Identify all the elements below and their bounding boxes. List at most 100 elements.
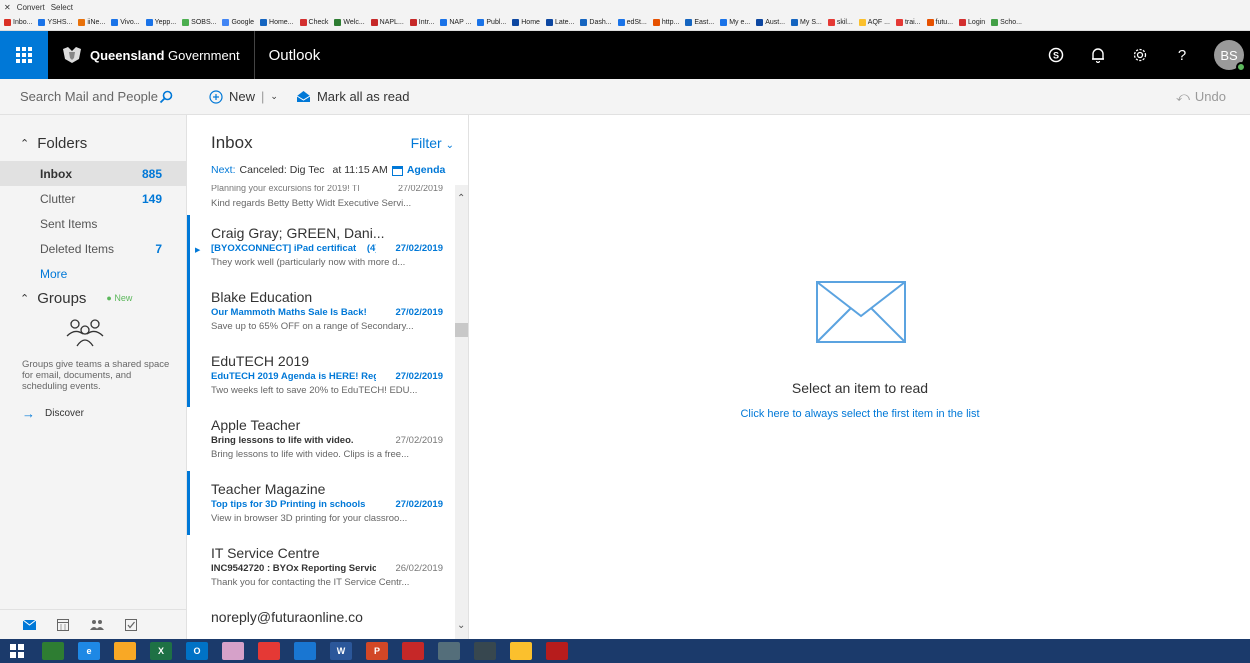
convert-button[interactable]: Convert [17, 3, 45, 12]
scroll-up-icon[interactable]: ⌃ [457, 193, 465, 204]
bookmark-item[interactable]: Scho... [991, 18, 1022, 26]
help-icon[interactable]: ? [1172, 45, 1192, 65]
bookmark-item[interactable]: NAPL... [370, 18, 404, 26]
list-item[interactable]: Planning your excursions for 2019! Tl 27/… [187, 185, 455, 215]
chevron-up-icon[interactable]: ⌃ [20, 137, 29, 150]
groups-header[interactable]: ⌃ Groups ● New [0, 286, 186, 310]
close-icon[interactable]: ✕ [4, 3, 11, 12]
bookmark-item[interactable]: My e... [720, 18, 750, 26]
bookmark-item[interactable]: Google [222, 18, 254, 26]
list-item[interactable]: Apple Teacher Bring lessons to life with … [187, 407, 455, 471]
bookmark-item[interactable]: Dash... [580, 18, 612, 26]
bookmark-item[interactable]: http... [652, 18, 679, 26]
onenote-icon[interactable] [222, 642, 244, 660]
screen-icon[interactable] [474, 642, 496, 660]
excel-icon[interactable]: X [150, 642, 172, 660]
list-item[interactable]: noreply@futuraonline.co [187, 599, 455, 639]
more-folders-link[interactable]: More [0, 261, 186, 286]
windows-start-icon[interactable] [6, 642, 28, 660]
mark-all-read-button[interactable]: Mark all as read [296, 89, 409, 104]
people-icon[interactable] [438, 642, 460, 660]
message-list-scroll[interactable]: Planning your excursions for 2019! Tl 27/… [187, 185, 455, 639]
bookmark-item[interactable]: futu... [926, 18, 954, 26]
folder-deleted-items[interactable]: Deleted Items 7 [0, 236, 186, 261]
scrollbar[interactable]: ⌃ ⌄ [455, 185, 468, 639]
list-item[interactable]: Blake Education Our Mammoth Maths Sale Is… [187, 279, 455, 343]
ie-icon[interactable]: e [78, 642, 100, 660]
calendar-icon[interactable] [56, 618, 70, 631]
folder-icon[interactable] [510, 642, 532, 660]
new-button[interactable]: New | ⌄ [209, 89, 278, 104]
scroll-down-icon[interactable]: ⌄ [457, 620, 465, 631]
select-button[interactable]: Select [51, 3, 73, 12]
chrome-icon[interactable] [258, 642, 280, 660]
avatar[interactable]: BS [1214, 40, 1246, 72]
expand-thread-icon[interactable]: ▶ [195, 246, 200, 254]
bookmark-item[interactable]: Check [299, 18, 328, 26]
bookmark-item[interactable]: NAP ... [440, 18, 471, 26]
bookmark-item[interactable]: iiNe... [78, 18, 105, 26]
bookmark-item[interactable]: Aust... [756, 18, 786, 26]
record-icon[interactable] [402, 642, 424, 660]
chevron-down-icon[interactable]: ⌄ [270, 91, 278, 102]
bookmark-item[interactable]: trai... [895, 18, 921, 26]
thread-count: (4) [366, 243, 376, 254]
folder-sent-items[interactable]: Sent Items [0, 211, 186, 236]
gear-icon[interactable] [1130, 45, 1150, 65]
bookmark-item[interactable]: edSt... [617, 18, 647, 26]
bookmark-item[interactable]: YSHS... [38, 18, 72, 26]
bookmark-item[interactable]: Yepp... [145, 18, 176, 26]
list-item[interactable]: EduTECH 2019 EduTECH 2019 Agenda is HERE!… [187, 343, 455, 407]
search-input[interactable]: Search Mail and People [0, 79, 187, 115]
select-first-item-link[interactable]: Click here to always select the first it… [470, 408, 1250, 420]
bookmark-item[interactable]: Intr... [409, 18, 434, 26]
folder-count: 149 [141, 191, 162, 206]
search-icon[interactable] [159, 90, 173, 104]
bookmarks-bar: Inbo... YSHS... iiNe... Vivo... Yepp... SOBS.… [0, 14, 1250, 31]
list-item[interactable]: Teacher Magazine Top tips for 3D Printing… [187, 471, 455, 535]
app-launcher-button[interactable] [0, 31, 48, 79]
bookmark-label: Aust... [765, 18, 786, 26]
onedrive-icon[interactable] [294, 642, 316, 660]
chevron-up-icon[interactable]: ⌃ [20, 292, 29, 305]
mail-icon[interactable] [22, 619, 36, 631]
undo-button[interactable]: ⤺ Undo [1176, 89, 1250, 105]
bookmark-item[interactable]: Login [959, 18, 985, 26]
app-name[interactable]: Outlook [255, 47, 321, 64]
outlook-icon[interactable]: O [186, 642, 208, 660]
list-item[interactable]: IT Service Centre INC9542720 : BYOx Repor… [187, 535, 455, 599]
word-icon[interactable]: W [330, 642, 352, 660]
bookmark-item[interactable]: SOBS... [182, 18, 216, 26]
file-explorer-icon[interactable] [114, 642, 136, 660]
store-icon[interactable] [42, 642, 64, 660]
bell-icon[interactable] [1088, 45, 1108, 65]
discover-link[interactable]: → Discover [0, 406, 186, 421]
bookmark-item[interactable]: My S... [791, 18, 822, 26]
bookmark-item[interactable]: Publ... [477, 18, 506, 26]
bookmark-item[interactable]: Home... [260, 18, 294, 26]
bookmark-item[interactable]: Welc... [334, 18, 365, 26]
people-icon[interactable] [90, 619, 104, 631]
acrobat-icon[interactable] [546, 642, 568, 660]
bookmark-item[interactable]: Late... [545, 18, 574, 26]
agenda-link[interactable]: Agenda [407, 164, 446, 176]
bookmark-item[interactable]: Vivo... [111, 18, 140, 26]
bookmark-favicon-icon [895, 18, 903, 26]
list-item[interactable]: ▶ Craig Gray; GREEN, Dani... [BYOXCONNECT]… [187, 215, 455, 279]
scroll-thumb[interactable] [455, 323, 468, 337]
folders-header[interactable]: ⌃ Folders [0, 131, 186, 155]
bookmark-label: futu... [935, 18, 954, 26]
folder-clutter[interactable]: Clutter 149 [0, 186, 186, 211]
org-brand[interactable]: Queensland Government [48, 31, 255, 79]
skype-icon[interactable]: S [1046, 45, 1066, 65]
filter-button[interactable]: Filter ⌄ [411, 135, 454, 151]
bookmark-item[interactable]: AQF ... [858, 18, 890, 26]
bookmark-item[interactable]: East... [685, 18, 714, 26]
tasks-icon[interactable] [124, 618, 138, 631]
bookmark-item[interactable]: Home [512, 18, 540, 26]
bookmark-item[interactable]: skil... [827, 18, 853, 26]
folder-inbox[interactable]: Inbox 885 [0, 161, 186, 186]
powerpoint-icon[interactable]: P [366, 642, 388, 660]
next-event-bar[interactable]: Next: Canceled: Dig Tec at 11:15 AM Agen… [187, 163, 468, 177]
bookmark-item[interactable]: Inbo... [4, 18, 32, 26]
